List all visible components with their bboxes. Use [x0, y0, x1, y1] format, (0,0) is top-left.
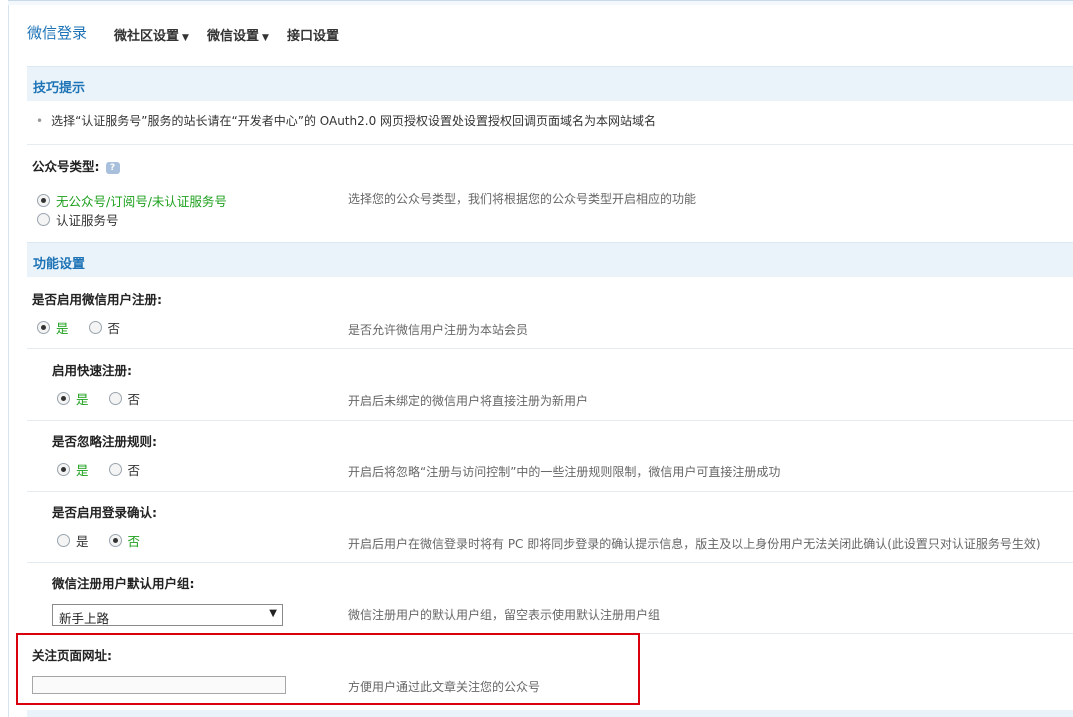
option-label: 无公众号/订阅号/未认证服务号	[56, 194, 227, 209]
quick-register-label: 启用快速注册:	[52, 363, 132, 378]
option-no[interactable]: 否	[128, 463, 141, 478]
default-group-select[interactable]: 新手上路 ▼	[52, 604, 283, 626]
login-confirm-hint: 开启后用户在微信登录时将有 PC 即将同步登录的确认提示信息，版主及以上身份用户…	[348, 537, 1041, 551]
function-section-header: 功能设置	[27, 242, 1073, 277]
nav-api-settings[interactable]: 接口设置	[287, 25, 339, 44]
radio-unchecked-icon[interactable]	[37, 213, 50, 226]
option-label: 认证服务号	[56, 213, 119, 228]
dropdown-caret-icon: ▼	[262, 33, 269, 43]
default-group-hint: 微信注册用户的默认用户组，留空表示使用默认注册用户组	[348, 608, 661, 622]
login-confirm-label: 是否启用登录确认:	[52, 505, 157, 520]
tip-item: • 选择“认证服务号”服务的站长请在“开发者中心”的 OAuth2.0 网页授权设…	[36, 112, 656, 129]
radio-checked-icon[interactable]	[37, 194, 50, 207]
divider	[27, 491, 1073, 492]
bullet-icon: •	[36, 114, 44, 128]
tip-text: 选择“认证服务号”服务的站长请在“开发者中心”的 OAuth2.0 网页授权设置…	[51, 114, 657, 128]
divider	[27, 144, 1073, 145]
register-options: 是 否	[37, 318, 136, 337]
function-heading: 功能设置	[33, 257, 86, 272]
option-no[interactable]: 否	[108, 321, 121, 336]
select-value: 新手上路	[59, 611, 110, 626]
radio-unchecked-icon[interactable]	[57, 534, 70, 547]
help-bubble-icon[interactable]: ?	[105, 161, 120, 174]
option-yes[interactable]: 是	[76, 392, 89, 407]
radio-checked-icon[interactable]	[57, 392, 70, 405]
nav-label: 接口设置	[287, 29, 340, 44]
ignore-rules-options: 是 否	[57, 460, 156, 479]
divider	[27, 348, 1073, 349]
quick-register-hint: 开启后未绑定的微信用户将直接注册为新用户	[348, 394, 589, 408]
radio-unchecked-icon[interactable]	[108, 463, 122, 476]
divider	[27, 633, 1073, 634]
default-group-label: 微信注册用户默认用户组:	[52, 576, 195, 591]
radio-checked-icon[interactable]	[57, 463, 70, 476]
divider	[27, 420, 1073, 421]
select-arrow-icon: ▼	[269, 608, 277, 619]
register-hint: 是否允许微信用户注册为本站会员	[348, 323, 529, 337]
ignore-rules-hint: 开启后将忽略“注册与访问控制”中的一些注册规则限制，微信用户可直接注册成功	[348, 465, 781, 479]
login-confirm-options: 是 否	[57, 531, 156, 550]
account-type-label-text: 公众号类型:	[32, 159, 100, 174]
radio-checked-icon[interactable]	[37, 321, 50, 334]
page-title[interactable]: 微信登录	[27, 22, 87, 43]
radio-unchecked-icon[interactable]	[108, 392, 122, 405]
nav-label: 微社区设置	[114, 29, 180, 44]
divider	[27, 562, 1073, 563]
follow-url-label: 关注页面网址:	[32, 648, 112, 663]
bottom-band	[27, 710, 1073, 717]
follow-url-hint: 方便用户通过此文章关注您的公众号	[348, 680, 541, 694]
option-yes[interactable]: 是	[56, 321, 69, 336]
nav-wechat-settings[interactable]: 微信设置 ▼	[207, 25, 269, 44]
nav-wsq-settings[interactable]: 微社区设置 ▼	[114, 25, 189, 44]
option-yes[interactable]: 是	[76, 534, 89, 549]
option-no[interactable]: 否	[128, 534, 141, 549]
dropdown-caret-icon: ▼	[182, 33, 189, 43]
account-type-hint: 选择您的公众号类型，我们将根据您的公众号类型开启相应的功能	[348, 192, 697, 206]
account-type-option-1[interactable]: 无公众号/订阅号/未认证服务号	[37, 191, 243, 210]
follow-url-input[interactable]	[32, 676, 286, 694]
option-yes[interactable]: 是	[76, 463, 89, 478]
top-border	[8, 0, 1073, 5]
account-type-label: 公众号类型:?	[32, 156, 120, 175]
option-no[interactable]: 否	[128, 392, 141, 407]
register-label: 是否启用微信用户注册:	[32, 292, 162, 307]
tips-heading: 技巧提示	[33, 81, 86, 96]
nav-label: 微信设置	[207, 29, 260, 44]
left-border	[8, 0, 9, 717]
radio-unchecked-icon[interactable]	[88, 321, 102, 334]
radio-checked-icon[interactable]	[108, 534, 122, 547]
account-type-option-2[interactable]: 认证服务号	[37, 210, 135, 229]
highlight-box	[16, 633, 640, 705]
tips-section-header: 技巧提示	[27, 66, 1073, 101]
quick-register-options: 是 否	[57, 389, 156, 408]
ignore-rules-label: 是否忽略注册规则:	[52, 434, 157, 449]
